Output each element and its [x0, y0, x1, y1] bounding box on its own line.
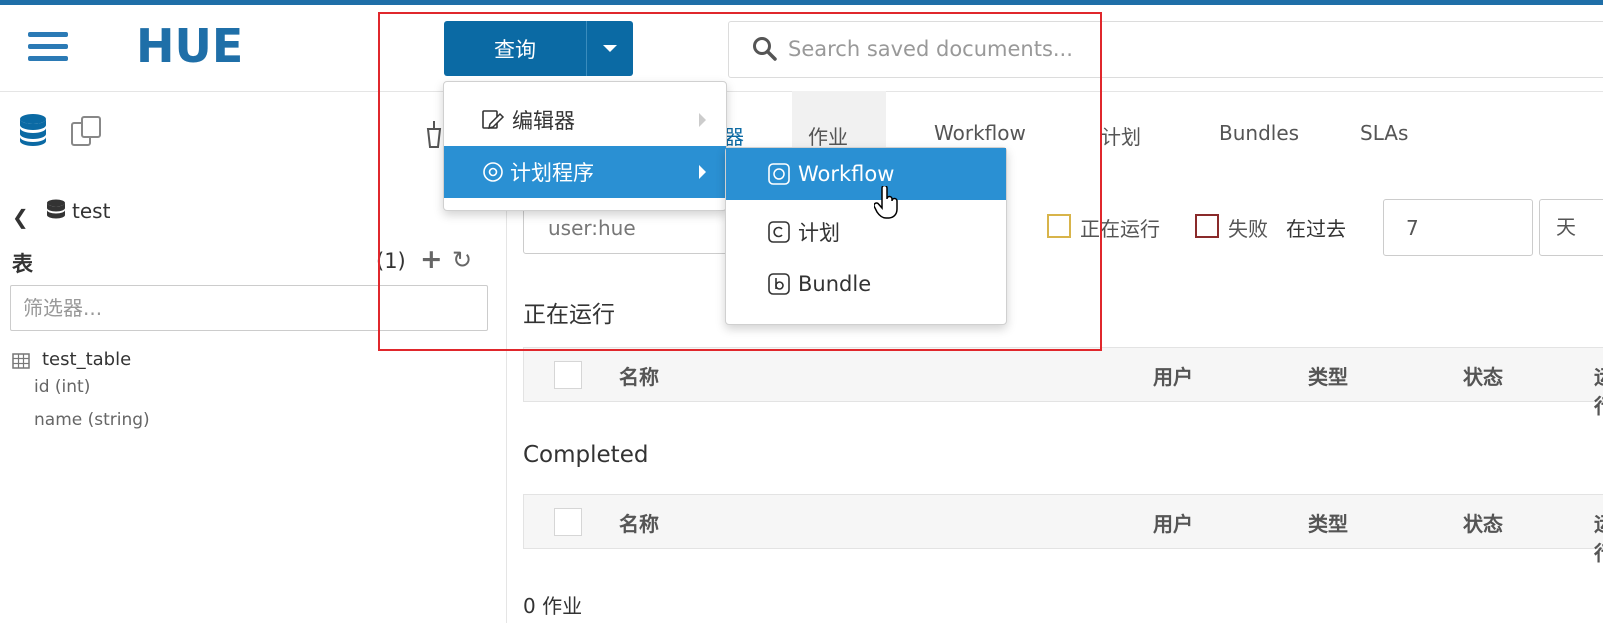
- hamburger-menu-icon[interactable]: [28, 28, 70, 64]
- documents-icon[interactable]: [70, 115, 104, 147]
- column-header-user[interactable]: 用户: [1153, 361, 1193, 390]
- database-small-icon: [47, 199, 65, 219]
- column-header-type[interactable]: 类型: [1308, 508, 1348, 537]
- annotation-highlight-box: [378, 12, 1102, 351]
- column-header-type[interactable]: 类型: [1308, 361, 1348, 390]
- column-header-duration[interactable]: 运行: [1594, 508, 1603, 566]
- select-all-checkbox[interactable]: [554, 361, 582, 389]
- column-header-status[interactable]: 状态: [1463, 361, 1503, 390]
- back-chevron-icon[interactable]: ❮: [12, 205, 29, 229]
- column-header-duration[interactable]: 运行: [1594, 361, 1603, 419]
- failed-checkbox[interactable]: [1195, 214, 1219, 238]
- database-name[interactable]: test: [72, 199, 110, 223]
- logo-text: HUE: [136, 20, 243, 70]
- past-label: 在过去: [1286, 217, 1346, 241]
- column-header-name[interactable]: 名称: [619, 508, 659, 537]
- table-name[interactable]: test_table: [42, 349, 131, 370]
- tab-schedules[interactable]: 计划: [1101, 121, 1141, 150]
- jobs-count: 0 作业: [523, 594, 583, 618]
- time-unit-select[interactable]: 天: [1539, 199, 1603, 256]
- select-all-checkbox[interactable]: [554, 508, 582, 536]
- database-icon[interactable]: [18, 113, 48, 147]
- completed-table-header: 名称 用户 类型 状态 运行: [523, 494, 1603, 565]
- column-header-name[interactable]: 名称: [619, 361, 659, 390]
- column-item[interactable]: name (string): [34, 410, 150, 430]
- days-input[interactable]: [1383, 199, 1533, 256]
- table-icon: [12, 353, 30, 369]
- column-header-user[interactable]: 用户: [1153, 508, 1193, 537]
- top-accent-line: [0, 0, 1603, 5]
- column-header-status[interactable]: 状态: [1463, 508, 1503, 537]
- failed-label: 失败: [1228, 217, 1268, 241]
- running-table-header: 名称 用户 类型 状态 运行: [523, 347, 1603, 418]
- column-item[interactable]: id (int): [34, 377, 90, 397]
- tables-label: 表: [12, 252, 33, 276]
- hue-logo[interactable]: HUE: [136, 20, 306, 70]
- tab-slas[interactable]: SLAs: [1360, 121, 1408, 145]
- completed-section-title: Completed: [523, 442, 649, 468]
- tab-bundles[interactable]: Bundles: [1219, 121, 1299, 145]
